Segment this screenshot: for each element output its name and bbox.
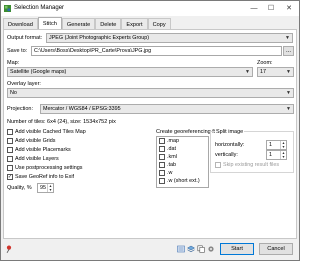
checkmark-icon: ✓ [7,173,13,180]
horizontal-split-value: 1 [269,142,272,148]
close-button[interactable]: ✕ [282,2,296,14]
vertical-split-stepper[interactable]: 1 ▲ ▼ [266,150,287,160]
checkbox-label: .w [167,170,173,176]
chevron-down-icon: ▼ [286,69,291,75]
overlay-layer-value: No [10,90,17,96]
checkbox-label: Skip existing result files [223,162,280,168]
add-placemarks-checkbox[interactable]: Add visible Placemarks [7,147,71,153]
vertically-label: vertically: [215,152,238,158]
checkbox-box [159,178,165,184]
map-select[interactable]: Satellite (Google maps) ▼ [7,67,253,77]
stepper-arrows-icon[interactable]: ▲ ▼ [47,184,53,192]
checkbox-box [215,162,221,168]
checkbox-box [159,162,165,168]
chevron-down-icon: ▼ [286,106,291,112]
minimize-button[interactable]: — [247,2,261,14]
map-label: Map: [7,60,20,66]
maximize-button[interactable]: ☐ [264,2,278,14]
cancel-button[interactable]: Cancel [259,243,293,255]
georef-w-short-checkbox[interactable]: .w (short ext.) [159,178,200,184]
split-image-title: Split image [215,129,245,135]
checkbox-box [7,147,13,153]
queue-icon[interactable] [177,245,185,253]
map-value: Satellite (Google maps) [10,69,67,75]
window-title: Selection Manager [14,5,65,11]
app-icon [4,5,11,12]
georef-kml-checkbox[interactable]: .kml [159,154,177,160]
save-georef-exif-checkbox[interactable]: ✓ Save GeoRef info to Exif [7,174,74,180]
checkbox-box [7,129,13,135]
output-format-label: Output format: [7,35,43,41]
stitch-panel: Output format: JPEG (Joint Photographic … [3,29,297,239]
checkbox-label: .kml [167,154,177,160]
checkbox-label: Save GeoRef info to Exif [15,174,75,180]
add-cached-tiles-checkbox[interactable]: Add visible Cached Tiles Map [7,129,86,135]
title-bar: Selection Manager — ☐ ✕ [1,1,299,16]
checkbox-box [7,138,13,144]
horizontal-split-stepper[interactable]: 1 ▲ ▼ [266,140,287,150]
checkbox-label: .tab [167,162,176,168]
georef-map-checkbox[interactable]: .map [159,138,179,144]
projection-select[interactable]: Mercator / WGS84 / EPSG:3395 ▼ [40,104,294,114]
zoom-value: 17 [260,69,266,75]
georef-tab-checkbox[interactable]: .tab [159,162,176,168]
stepper-arrows-icon[interactable]: ▲ ▼ [280,141,286,149]
projection-value: Mercator / WGS84 / EPSG:3395 [43,106,121,112]
projection-label: Projection: [7,106,33,112]
checkbox-box [7,165,13,171]
selection-manager-window: Selection Manager — ☐ ✕ Download Stitch … [0,0,300,261]
settings-icon[interactable] [207,245,215,253]
tiles-info: Number of tiles: 6x4 (24), size: 1534x75… [7,119,116,125]
use-postprocessing-checkbox[interactable]: Use postprocessing settings [7,165,82,171]
output-format-value: JPEG (Joint Photographic Experts Group) [49,35,150,41]
save-to-field[interactable]: C:\Users\Boss\Desktop\PR_Carte\Prova\JPG… [31,46,282,56]
chevron-down-icon: ▼ [286,90,291,96]
pin-icon[interactable] [5,245,13,253]
checkbox-label: .w (short ext.) [167,178,200,184]
vertical-split-value: 1 [269,152,272,158]
copy-icon[interactable] [197,245,205,253]
checkbox-label: .map [167,138,179,144]
output-format-select[interactable]: JPEG (Joint Photographic Experts Group) … [46,33,293,43]
chevron-down-icon: ▼ [245,69,250,75]
checkbox-box [159,138,165,144]
overlay-layer-label: Overlay layer: [7,81,41,87]
skip-existing-checkbox[interactable]: Skip existing result files [215,162,279,168]
checkbox-box [159,170,165,176]
stepper-arrows-icon[interactable]: ▲ ▼ [280,151,286,159]
chevron-down-icon: ▼ [285,35,290,41]
georef-list: .map .dat .kml .tab .w .w (short ext.) [156,136,209,188]
horizontally-label: horizontally: [215,142,245,148]
checkbox-box [159,154,165,160]
overlay-layer-select[interactable]: No ▼ [7,88,294,98]
georef-w-checkbox[interactable]: .w [159,170,172,176]
zoom-select[interactable]: 17 ▼ [257,67,294,77]
layers-icon[interactable] [187,245,195,253]
add-grids-checkbox[interactable]: Add visible Grids [7,138,55,144]
checkbox-box [159,146,165,152]
start-button[interactable]: Start [220,243,254,255]
checkbox-label: .dat [167,146,176,152]
checkbox-label: Add visible Layers [15,156,59,162]
quality-stepper[interactable]: 95 ▲ ▼ [37,183,54,193]
checkbox-box [7,156,13,162]
quality-value: 95 [40,185,46,191]
checkbox-label: Add visible Placemarks [15,147,71,153]
checkbox-label: Use postprocessing settings [15,165,83,171]
checkbox-label: Add visible Grids [15,138,56,144]
zoom-label: Zoom: [257,60,273,66]
checkbox-label: Add visible Cached Tiles Map [15,129,86,135]
save-to-label: Save to: [7,48,28,54]
checkbox-box: ✓ [7,174,13,180]
add-layers-checkbox[interactable]: Add visible Layers [7,156,59,162]
georef-dat-checkbox[interactable]: .dat [159,146,176,152]
quality-label: Quality, % [7,185,32,191]
browse-button[interactable]: ... [283,46,294,56]
